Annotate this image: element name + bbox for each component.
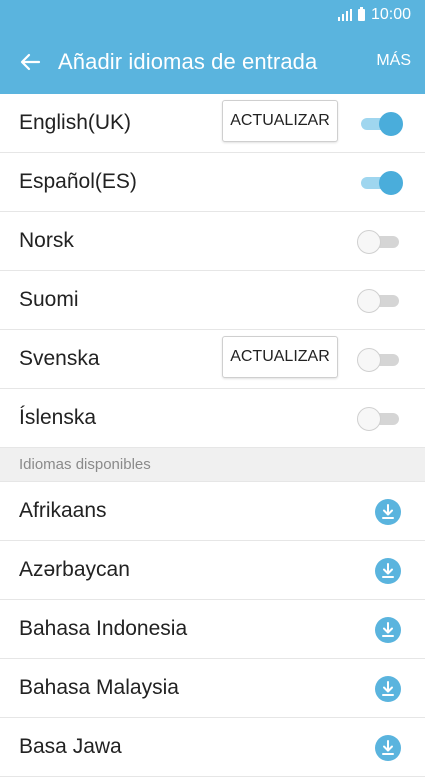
more-button[interactable]: MÁS xyxy=(376,52,411,70)
list-item-afrikaans[interactable]: Afrikaans xyxy=(0,482,425,541)
update-button[interactable]: ACTUALIZAR xyxy=(222,100,338,142)
language-label: Svenska xyxy=(19,347,100,370)
section-header-label: Idiomas disponibles xyxy=(19,456,151,473)
list-item-norsk[interactable]: Norsk xyxy=(0,212,425,271)
battery-icon xyxy=(357,7,365,21)
status-right: 10:00 xyxy=(337,5,411,25)
download-icon[interactable] xyxy=(375,735,401,761)
toggle-switch[interactable] xyxy=(357,229,403,255)
list-item-bahasa-malaysia[interactable]: Bahasa Malaysia xyxy=(0,659,425,718)
toggle-switch[interactable] xyxy=(357,406,403,432)
download-icon[interactable] xyxy=(375,676,401,702)
signal-icon xyxy=(337,9,352,21)
back-button[interactable] xyxy=(14,46,46,78)
list-item-basa-jawa[interactable]: Basa Jawa xyxy=(0,718,425,777)
language-label: Íslenska xyxy=(19,406,97,429)
status-bar: 10:00 xyxy=(0,0,425,30)
download-icon[interactable] xyxy=(375,499,401,525)
toggle-switch[interactable] xyxy=(357,288,403,314)
toggle-switch[interactable] xyxy=(357,111,403,137)
list-item-svenska[interactable]: Svenska ACTUALIZAR xyxy=(0,330,425,389)
update-button[interactable]: ACTUALIZAR xyxy=(222,336,338,378)
language-label: Suomi xyxy=(19,288,79,311)
download-icon[interactable] xyxy=(375,558,401,584)
language-label: Basa Jawa xyxy=(19,735,122,758)
page-title: Añadir idiomas de entrada xyxy=(58,49,318,74)
toggle-switch[interactable] xyxy=(357,170,403,196)
list-item-english-uk[interactable]: English(UK) ACTUALIZAR xyxy=(0,94,425,153)
status-time: 10:00 xyxy=(370,6,411,23)
language-label: Bahasa Indonesia xyxy=(19,617,188,640)
app-bar: Añadir idiomas de entrada MÁS xyxy=(0,30,425,94)
list-item-islenska[interactable]: Íslenska xyxy=(0,389,425,448)
language-label: Bahasa Malaysia xyxy=(19,676,179,699)
list-item-azerbaycan[interactable]: Azərbaycan xyxy=(0,541,425,600)
list-item-espanol-es[interactable]: Español(ES) xyxy=(0,153,425,212)
arrow-left-icon xyxy=(20,53,41,71)
language-list: English(UK) ACTUALIZAR Español(ES) Norsk… xyxy=(0,94,425,777)
language-label: English(UK) xyxy=(19,111,132,134)
language-label: Afrikaans xyxy=(19,499,107,522)
language-label: Azərbaycan xyxy=(19,558,130,581)
toggle-switch[interactable] xyxy=(357,347,403,373)
section-header: Idiomas disponibles xyxy=(0,448,425,482)
list-item-bahasa-indonesia[interactable]: Bahasa Indonesia xyxy=(0,600,425,659)
list-item-suomi[interactable]: Suomi xyxy=(0,271,425,330)
language-label: Norsk xyxy=(19,229,74,252)
language-label: Español(ES) xyxy=(19,170,137,193)
download-icon[interactable] xyxy=(375,617,401,643)
